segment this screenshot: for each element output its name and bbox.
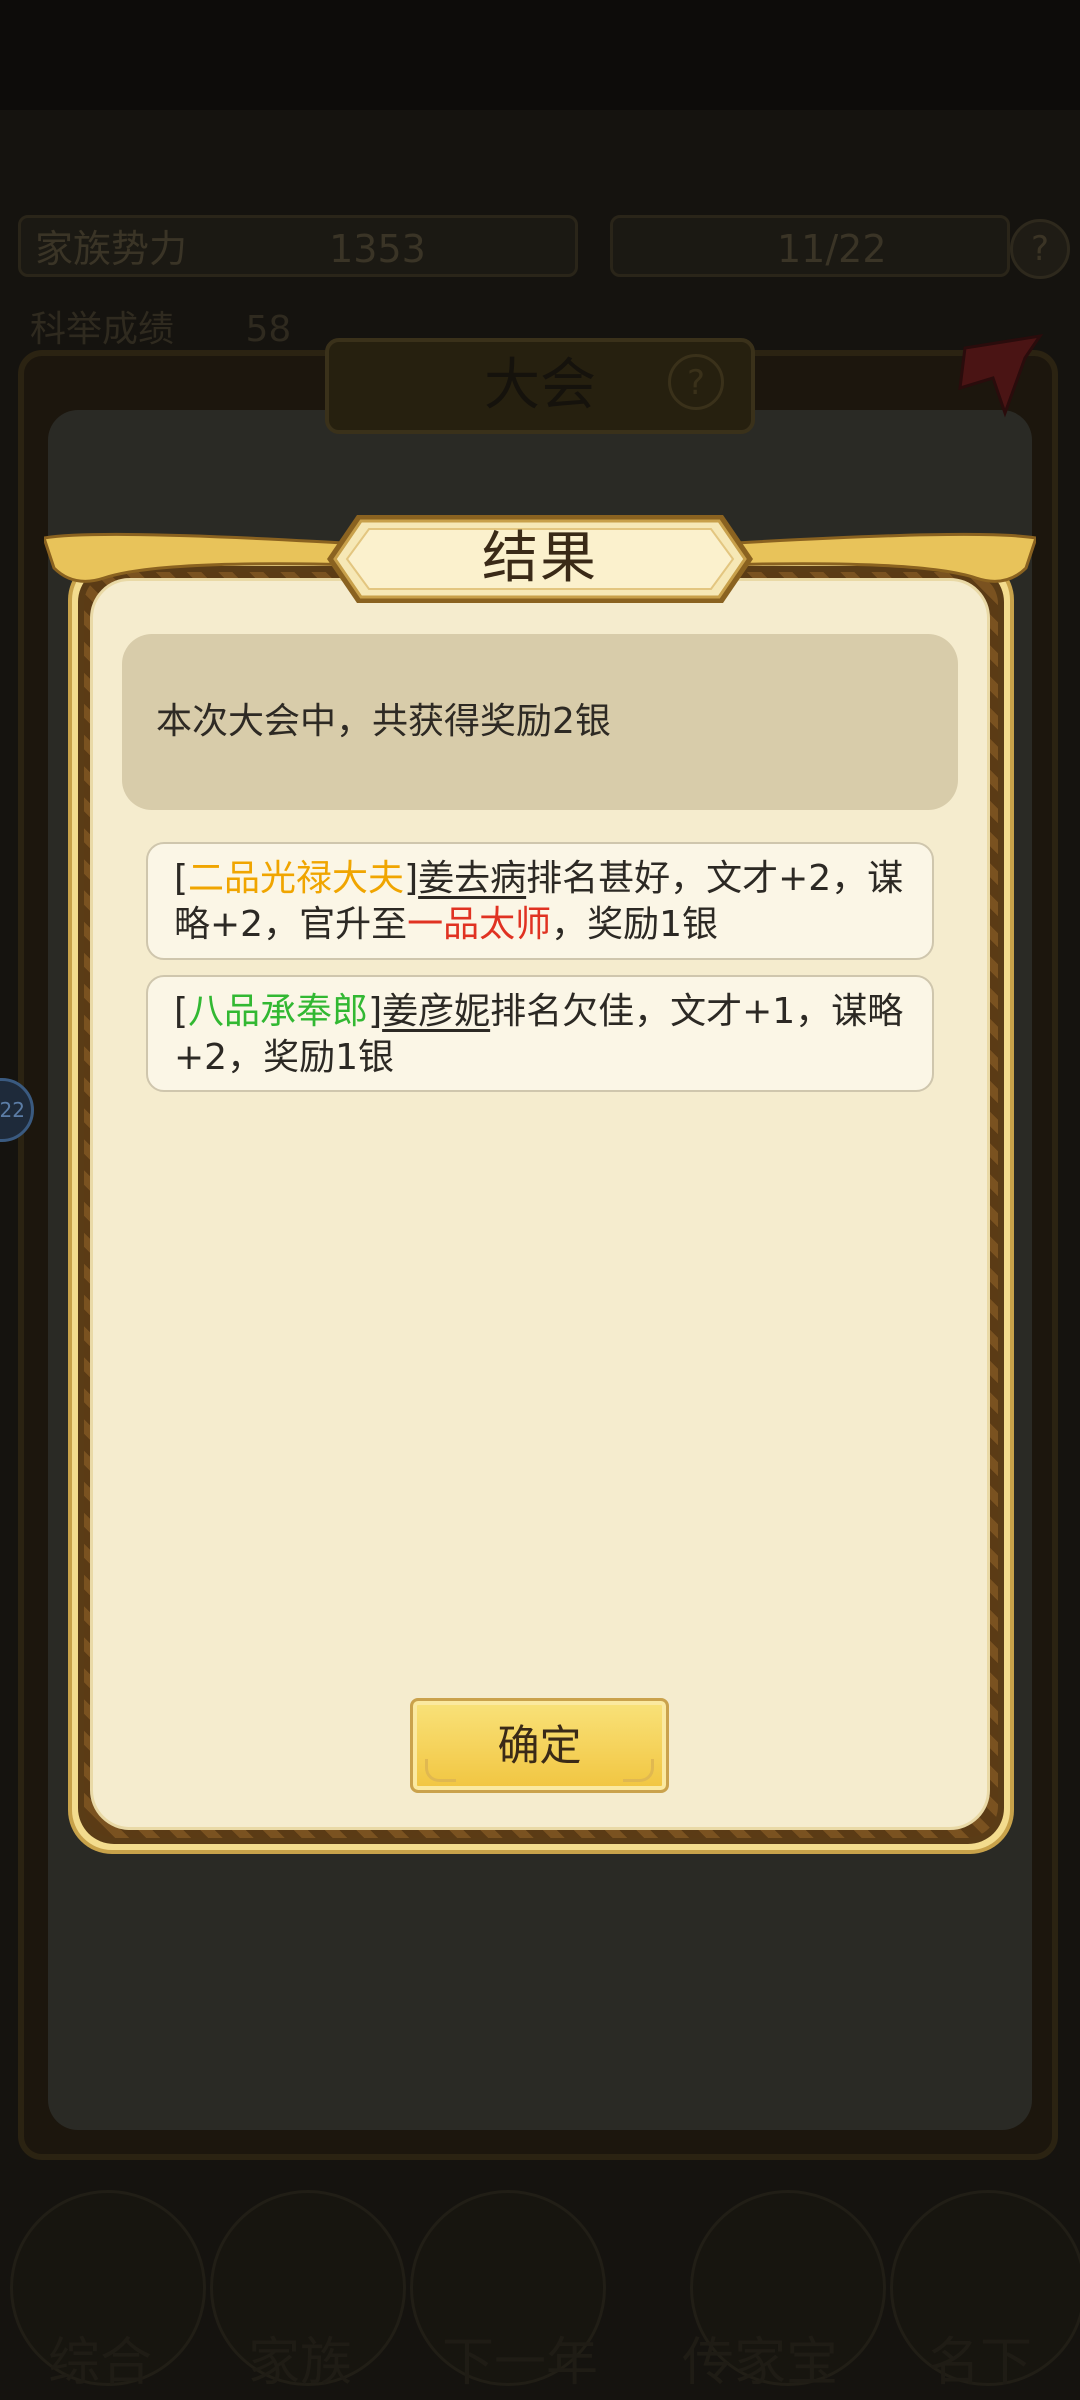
promotion-rank: 一品太师 (407, 904, 552, 945)
nav-label-heirloom[interactable]: 传家宝 (660, 2320, 860, 2395)
result-entry: [二品光禄大夫]姜去病排名甚好，文才+2，谋略+2，官升至一品太师，奖励1银 (146, 842, 934, 960)
exam-score-label: 科举成绩 (30, 309, 175, 350)
official-rank: 八品承奉郎 (188, 991, 369, 1032)
family-power-stat: 家族势力 1353 (18, 215, 578, 277)
event-help-icon[interactable]: ? (668, 354, 724, 410)
nav-label-holdings[interactable]: 名下 (880, 2320, 1080, 2395)
member-name-link[interactable]: 姜去病 (418, 858, 526, 899)
reward-summary: 本次大会中，共获得奖励2银 (122, 634, 958, 810)
confirm-button[interactable]: 确定 (410, 1698, 669, 1793)
result-reward-text: ，奖励1银 (551, 904, 718, 945)
population-stat: 11/22 (610, 215, 1010, 277)
nav-label-next-year[interactable]: 下一年 (420, 2320, 620, 2395)
rank-bracket-close: ] (368, 991, 383, 1032)
modal-title: 结果 (482, 526, 598, 591)
confirm-button-label: 确定 (497, 1721, 582, 1770)
rank-bracket-open: [ (174, 858, 189, 899)
family-power-label: 家族势力 (35, 227, 188, 271)
nav-label-general[interactable]: 综合 (0, 2320, 200, 2395)
population-value: 11/22 (777, 227, 887, 271)
rank-bracket-open: [ (174, 991, 189, 1032)
rank-bracket-close: ] (404, 858, 419, 899)
official-rank: 二品光禄大夫 (188, 858, 405, 899)
close-icon[interactable] (945, 318, 1055, 428)
member-name-link[interactable]: 姜彦妮 (382, 991, 490, 1032)
help-icon[interactable]: ? (1010, 219, 1070, 279)
exam-score-value: 58 (245, 309, 292, 350)
result-entry: [八品承奉郎]姜彦妮排名欠佳，文才+1，谋略+2，奖励1银 (146, 975, 934, 1092)
nav-label-family[interactable]: 家族 (200, 2320, 400, 2395)
family-power-value: 1353 (329, 227, 426, 271)
